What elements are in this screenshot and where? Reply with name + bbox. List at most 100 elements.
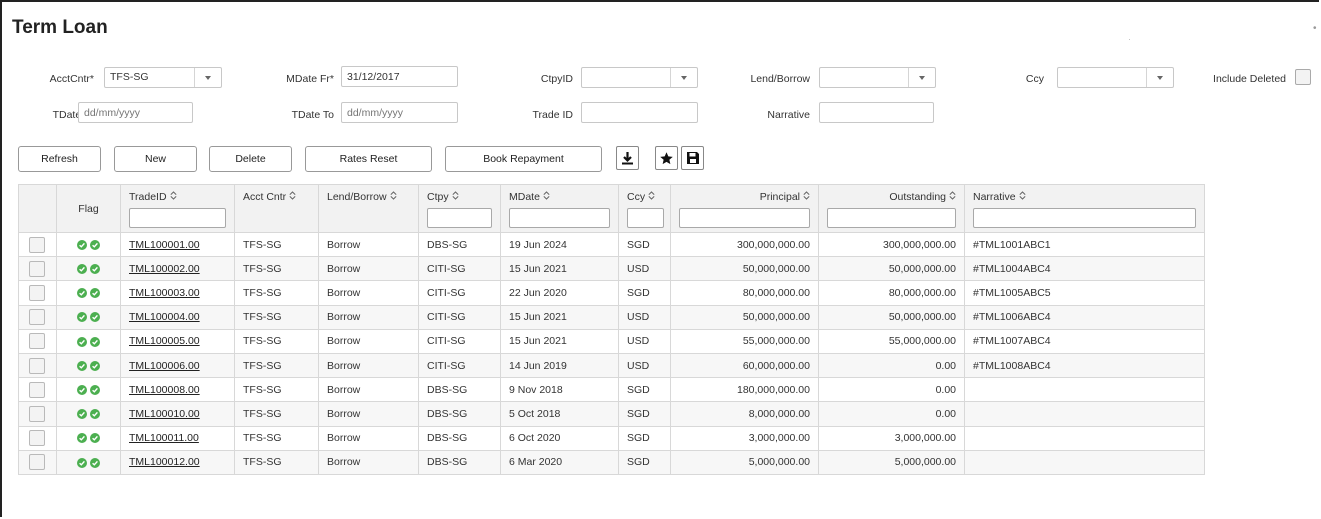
column-header-flag[interactable]: Flag (56, 184, 121, 233)
chevron-down-icon[interactable] (194, 68, 221, 87)
ctpy-filter-input[interactable] (427, 208, 492, 228)
row-checkbox[interactable] (29, 260, 45, 277)
tradeid-link[interactable]: TML100006.00 (129, 360, 200, 372)
trade-id-input[interactable] (581, 102, 698, 123)
tradeid-link[interactable]: TML100003.00 (129, 287, 200, 299)
ctpy-id-select[interactable] (581, 67, 698, 88)
table-row[interactable]: TML100001.00 TFS-SG Borrow DBS-SG 19 Jun 202… (18, 231, 1205, 258)
table-row[interactable]: TML100005.00 TFS-SG Borrow CITI-SG 15 Jun 20… (18, 328, 1205, 354)
column-header-lend-borrow[interactable]: Lend/Borrow (318, 184, 419, 233)
sort-icon[interactable] (803, 191, 810, 203)
tradeid-link[interactable]: TML100012.00 (129, 456, 200, 468)
lend-borrow-select[interactable] (819, 67, 936, 88)
tradeid-link[interactable]: TML100002.00 (129, 263, 200, 275)
column-header-ctpy[interactable]: Ctpy (418, 184, 501, 233)
outstanding-filter-input[interactable] (827, 208, 956, 228)
sort-arrows-icon (543, 191, 550, 200)
sort-icon[interactable] (1019, 191, 1026, 203)
row-checkbox[interactable] (29, 405, 45, 422)
table-row[interactable]: TML100006.00 TFS-SG Borrow CITI-SG 14 Jun 20… (18, 352, 1205, 379)
table-row[interactable]: TML100012.00 TFS-SG Borrow DBS-SG 6 Mar 2020… (18, 449, 1205, 475)
principal-filter-input[interactable] (679, 208, 810, 228)
chevron-down-icon[interactable] (1146, 68, 1173, 87)
flag-icons (77, 336, 100, 347)
tradeid-cell: TML100003.00 (120, 280, 235, 306)
row-checkbox[interactable] (29, 357, 45, 374)
column-header-outstanding[interactable]: Outstanding (818, 184, 965, 233)
rates-reset-button[interactable]: Rates Reset (305, 146, 432, 172)
acct-cntr-cell: TFS-SG (234, 449, 319, 475)
table-row[interactable]: TML100010.00 TFS-SG Borrow DBS-SG 5 Oct 2018… (18, 401, 1205, 427)
row-checkbox[interactable] (29, 381, 45, 398)
outstanding-cell: 55,000,000.00 (818, 328, 965, 354)
tradeid-link[interactable]: TML100008.00 (129, 384, 200, 396)
tdate-to-input[interactable] (341, 102, 458, 123)
sort-icon[interactable] (289, 191, 296, 203)
table-row[interactable]: TML100003.00 TFS-SG Borrow CITI-SG 22 Jun 20… (18, 280, 1205, 306)
sort-icon[interactable] (170, 191, 177, 203)
check-circle-icon (90, 409, 100, 420)
mdate-fr-input[interactable] (341, 66, 458, 87)
ccy-filter-input[interactable] (627, 208, 664, 228)
check-circle-icon (77, 239, 87, 250)
row-checkbox[interactable] (29, 309, 45, 326)
tradeid-link[interactable]: TML100001.00 (129, 239, 200, 251)
column-header-ccy[interactable]: Ccy (618, 184, 671, 233)
new-button[interactable]: New (114, 146, 197, 172)
table-row[interactable]: TML100002.00 TFS-SG Borrow CITI-SG 15 Jun 20… (18, 256, 1205, 282)
acct-cntr-select[interactable]: TFS-SG (104, 67, 222, 88)
column-header-mdate[interactable]: MDate (500, 184, 619, 233)
tradeid-link[interactable]: TML100004.00 (129, 311, 200, 323)
sort-icon[interactable] (390, 191, 397, 203)
chevron-down-icon[interactable] (908, 68, 935, 87)
narrative-input[interactable] (819, 102, 934, 123)
narrative-cell (964, 449, 1205, 475)
column-header-tradeid[interactable]: TradeID (120, 184, 235, 233)
narrative-cell: #TML1004ABC4 (964, 256, 1205, 282)
sort-icon[interactable] (452, 191, 459, 203)
table-row[interactable]: TML100011.00 TFS-SG Borrow DBS-SG 6 Oct 2020… (18, 425, 1205, 451)
acct-cntr-cell: TFS-SG (234, 425, 319, 451)
ccy-select[interactable] (1057, 67, 1174, 88)
table-row[interactable]: TML100004.00 TFS-SG Borrow CITI-SG 15 Jun 20… (18, 304, 1205, 330)
include-deleted-checkbox[interactable] (1295, 69, 1311, 85)
tradeid-cell: TML100008.00 (120, 377, 235, 403)
flag-icons (77, 264, 100, 274)
flag-icons (77, 384, 100, 395)
tradeid-link[interactable]: TML100005.00 (129, 335, 200, 347)
mdate-filter-input[interactable] (509, 208, 610, 228)
row-checkbox[interactable] (29, 430, 45, 447)
tdate-fr-input[interactable] (78, 102, 193, 123)
narrative-cell: #TML1005ABC5 (964, 280, 1205, 306)
favorite-button[interactable] (655, 146, 678, 170)
refresh-button[interactable]: Refresh (18, 146, 101, 172)
flag-cell (56, 328, 121, 354)
delete-button[interactable]: Delete (209, 146, 292, 172)
column-header-principal[interactable]: Principal (670, 184, 819, 233)
save-button[interactable] (681, 146, 704, 170)
column-header-narrative[interactable]: Narrative (964, 184, 1205, 233)
row-checkbox[interactable] (29, 236, 45, 253)
lend-borrow-cell: Borrow (318, 352, 419, 379)
column-header-acct-cntr[interactable]: Acct Cntr (234, 184, 319, 233)
tradeid-link[interactable]: TML100011.00 (129, 432, 199, 444)
book-repayment-button[interactable]: Book Repayment (445, 146, 602, 172)
flag-icons (77, 457, 100, 468)
sort-icon[interactable] (543, 191, 550, 203)
tradeid-filter-input[interactable] (129, 208, 226, 228)
flag-icons (77, 288, 100, 299)
table-row[interactable]: TML100008.00 TFS-SG Borrow DBS-SG 9 Nov 2018… (18, 377, 1205, 403)
check-circle-icon (77, 433, 87, 444)
row-checkbox[interactable] (29, 454, 45, 471)
chevron-down-icon[interactable] (670, 68, 697, 87)
sort-icon[interactable] (648, 191, 655, 203)
download-button[interactable] (616, 146, 639, 170)
ccy-cell: USD (618, 328, 671, 354)
row-checkbox[interactable] (29, 284, 45, 301)
lend-borrow-cell: Borrow (318, 377, 419, 403)
sort-icon[interactable] (949, 191, 956, 203)
narrative-filter-input[interactable] (973, 208, 1196, 228)
sort-arrows-icon (170, 191, 177, 200)
tradeid-link[interactable]: TML100010.00 (129, 408, 200, 420)
row-checkbox[interactable] (29, 333, 45, 350)
